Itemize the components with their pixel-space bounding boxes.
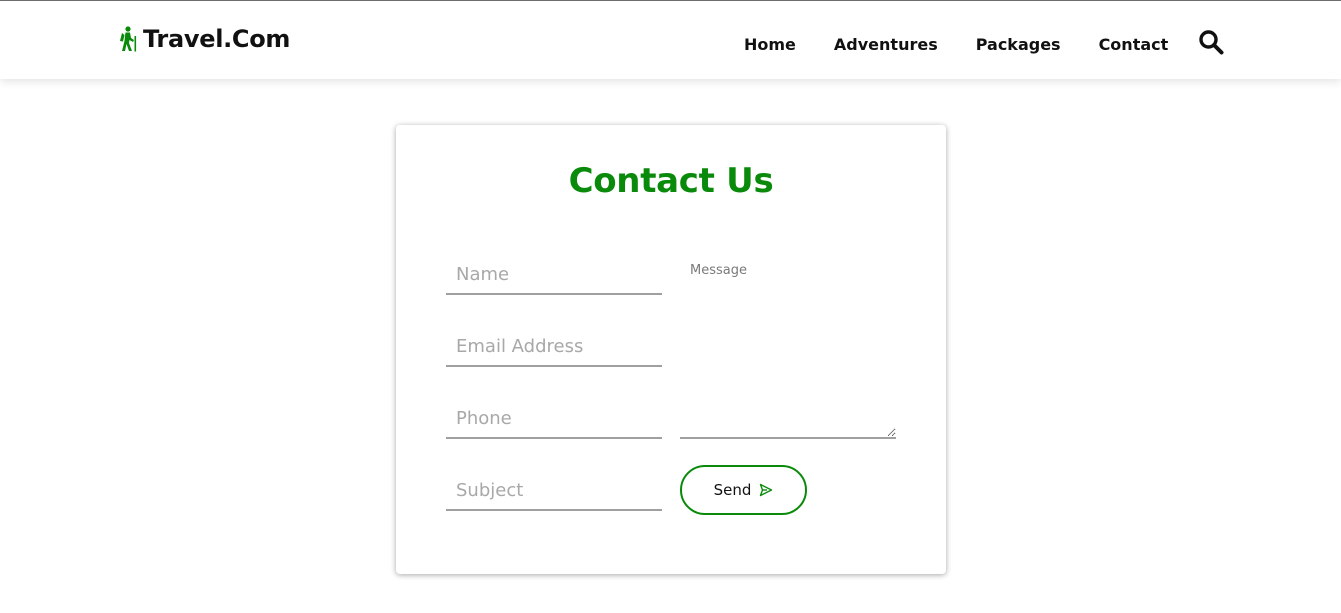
- paper-plane-icon: [760, 483, 773, 497]
- search-icon[interactable]: [1198, 29, 1224, 55]
- send-button[interactable]: Send: [680, 465, 807, 515]
- nav-item-home[interactable]: Home: [744, 35, 796, 54]
- page-title: Contact Us: [568, 161, 774, 201]
- phone-input[interactable]: [446, 399, 662, 439]
- message-textarea[interactable]: [680, 261, 896, 439]
- hiker-icon: [120, 26, 137, 52]
- name-input[interactable]: [446, 255, 662, 295]
- logo-link[interactable]: Travel.Com: [117, 25, 290, 53]
- contact-card: Contact Us Send: [396, 125, 946, 574]
- send-button-label: Send: [713, 481, 752, 499]
- logo-text: Travel.Com: [143, 25, 291, 53]
- email-input[interactable]: [446, 327, 662, 367]
- main-nav: Home Adventures Packages Contact: [744, 35, 1168, 54]
- site-header: Travel.Com Home Adventures Packages Cont…: [0, 1, 1341, 79]
- nav-item-contact[interactable]: Contact: [1099, 35, 1169, 54]
- nav-item-packages[interactable]: Packages: [976, 35, 1061, 54]
- subject-input[interactable]: [446, 471, 662, 511]
- nav-item-adventures[interactable]: Adventures: [834, 35, 938, 54]
